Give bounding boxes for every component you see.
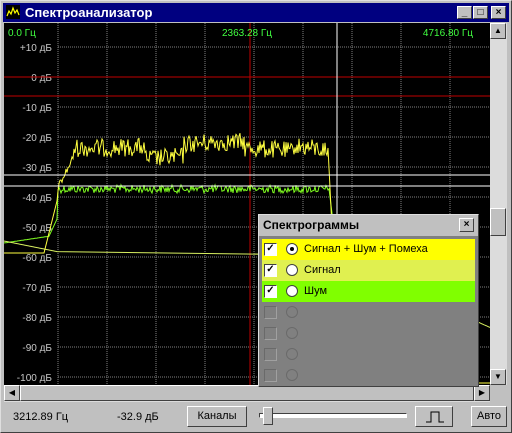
spectrogram-row[interactable] <box>262 365 475 386</box>
y-axis-label: -90 дБ <box>22 343 52 354</box>
frequency-label: 0.0 Гц <box>8 28 36 39</box>
spectrogram-row[interactable] <box>262 323 475 344</box>
spectrogram-label: Шум <box>304 285 328 297</box>
cursor-level: -32.9 дБ <box>117 411 159 423</box>
auto-button[interactable]: Авто <box>471 406 507 427</box>
spectrogram-row[interactable]: ✓ Сигнал + Шум + Помеха <box>262 239 475 260</box>
spectrogram-row[interactable] <box>262 302 475 323</box>
visibility-checkbox[interactable]: ✓ <box>264 264 277 277</box>
visibility-checkbox[interactable]: ✓ <box>264 243 277 256</box>
slider-track[interactable] <box>259 413 407 418</box>
y-axis-label: -70 дБ <box>22 283 52 294</box>
maximize-button[interactable]: □ <box>473 6 488 19</box>
cursor-frequency: 3212.89 Гц <box>13 411 69 423</box>
slider-thumb[interactable] <box>263 407 273 425</box>
y-axis-label: 0 дБ <box>31 73 52 84</box>
scroll-up-icon[interactable]: ▲ <box>490 23 506 39</box>
trace-toggle-button[interactable] <box>415 406 453 427</box>
visibility-checkbox[interactable]: ✓ <box>264 285 277 298</box>
spectrum-analyzer-window: Спектроанализатор _ □ × +10 дБ 0 дБ -10 дБ… <box>0 0 512 433</box>
frequency-label: 2363.28 Гц <box>222 28 272 39</box>
panel-close-icon[interactable]: × <box>459 218 474 232</box>
active-radio[interactable] <box>286 306 298 318</box>
spectrogram-label: Сигнал <box>304 264 341 276</box>
active-radio[interactable] <box>286 285 298 297</box>
y-axis-label: -100 дБ <box>17 373 53 384</box>
channels-button[interactable]: Каналы <box>187 406 247 427</box>
spectrum-app-icon <box>6 5 20 19</box>
spectrograms-panel: Спектрограммы × ✓ Сигнал + Шум + Помеха ✓ С… <box>258 214 479 387</box>
frequency-label: 4716.80 Гц <box>423 28 473 39</box>
panel-title: Спектрограммы <box>263 218 360 232</box>
spectrogram-row[interactable] <box>262 344 475 365</box>
active-radio[interactable] <box>286 348 298 360</box>
scroll-left-icon[interactable]: ◀ <box>4 385 20 401</box>
trace-toggle-icon <box>426 411 444 423</box>
close-button[interactable]: × <box>491 6 506 19</box>
visibility-checkbox[interactable] <box>264 306 277 319</box>
horizontal-scrollbar[interactable]: ◀ ▶ <box>4 385 490 402</box>
horizontal-scroll-thumb[interactable] <box>20 385 474 401</box>
scroll-right-icon[interactable]: ▶ <box>474 385 490 401</box>
y-axis-label: -50 дБ <box>22 223 52 234</box>
active-radio[interactable] <box>286 369 298 381</box>
spectrogram-label: Сигнал + Шум + Помеха <box>304 243 428 255</box>
visibility-checkbox[interactable] <box>264 348 277 361</box>
panel-title-bar[interactable]: Спектрограммы × <box>259 215 478 236</box>
active-radio[interactable] <box>286 243 298 255</box>
active-radio[interactable] <box>286 264 298 276</box>
minimize-button[interactable]: _ <box>457 6 472 19</box>
y-axis-label: -10 дБ <box>22 103 52 114</box>
scroll-down-icon[interactable]: ▼ <box>490 369 506 385</box>
status-bar: 3212.89 Гц -32.9 дБ Каналы Авто <box>1 403 511 432</box>
spectrogram-row[interactable]: ✓ Сигнал <box>262 260 475 281</box>
visibility-checkbox[interactable] <box>264 369 277 382</box>
y-axis-label: -40 дБ <box>22 193 52 204</box>
vertical-scrollbar[interactable]: ▲ ▼ <box>490 23 507 385</box>
visibility-checkbox[interactable] <box>264 327 277 340</box>
y-axis-label: -80 дБ <box>22 313 52 324</box>
y-axis-label: -30 дБ <box>22 163 52 174</box>
active-radio[interactable] <box>286 327 298 339</box>
y-axis-label: -20 дБ <box>22 133 52 144</box>
window-title: Спектроанализатор <box>25 5 153 20</box>
y-axis-label: +10 дБ <box>20 43 53 54</box>
spectrogram-row[interactable]: ✓ Шум <box>262 281 475 302</box>
y-axis-label: -60 дБ <box>22 253 52 264</box>
vertical-scroll-thumb[interactable] <box>490 208 506 236</box>
title-bar[interactable]: Спектроанализатор _ □ × <box>3 3 509 22</box>
